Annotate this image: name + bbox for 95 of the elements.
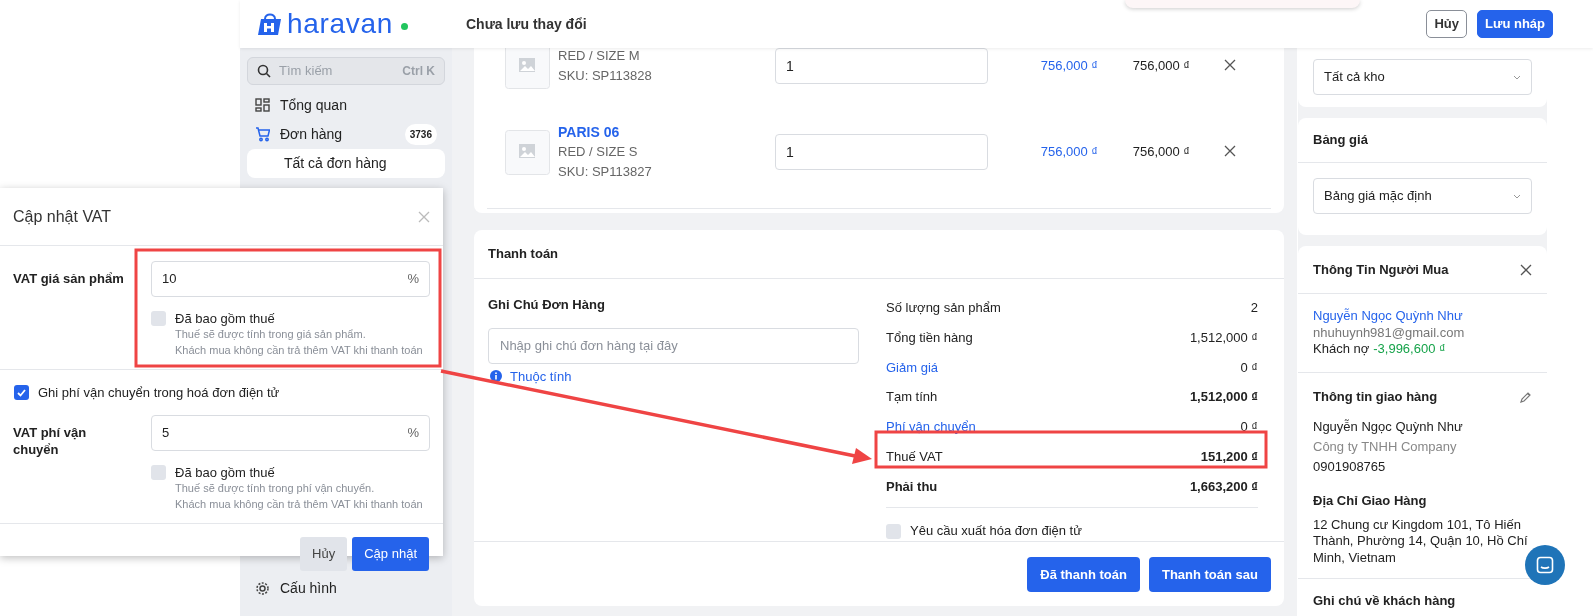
- card-title: Bảng giá: [1298, 118, 1547, 163]
- customer-name-link[interactable]: Nguyễn Ngọc Quỳnh Như: [1313, 308, 1532, 325]
- line-total: 756,000 ₫: [1131, 143, 1190, 162]
- section-title: Ghi chú về khách hàng: [1312, 592, 1457, 610]
- payment-button[interactable]: Đã thanh toán: [1027, 557, 1140, 592]
- summary-value: 2: [1250, 299, 1258, 318]
- chevron-down-icon: [1513, 74, 1521, 80]
- pencil-icon: [1520, 390, 1532, 403]
- keyboard-shortcut: Ctrl K: [402, 63, 435, 80]
- address-text: 12 Chung cư Kingdom 101, Tô Hiến Thành, Phường 14, Quận 10, Hồ Chí Minh, Vietnam: [1313, 516, 1529, 566]
- check-icon: [16, 387, 27, 399]
- percent-field[interactable]: 10 %: [151, 261, 430, 297]
- header-button[interactable]: Lưu nháp: [1477, 10, 1553, 38]
- field-label: VAT phí vận chuyển: [13, 423, 88, 459]
- close-icon: [1224, 145, 1236, 157]
- remove-button[interactable]: [1224, 145, 1238, 159]
- email-text: nhuhuynh981@gmail.com: [1313, 324, 1466, 341]
- checkbox[interactable]: [14, 385, 29, 401]
- checkbox[interactable]: [151, 311, 166, 326]
- sidebar-subitem[interactable]: Tất cả đơn hàng: [247, 149, 445, 178]
- grid-icon: [255, 98, 270, 113]
- payment-button[interactable]: Thanh toán sau: [1148, 557, 1271, 592]
- summary-value: 1,512,000 ₫: [1189, 388, 1258, 407]
- summary-value: 0 ₫: [1240, 358, 1258, 377]
- hint-text: Thuế sẽ được tính trong phí vận chuyển.: [175, 480, 376, 496]
- checkbox-label: Đã bao gồm thuế: [175, 464, 276, 480]
- percent-field[interactable]: 5 %: [151, 414, 430, 451]
- sidebar-item[interactable]: Cấu hình: [247, 574, 345, 603]
- unit-price-link[interactable]: 756,000 ₫: [988, 56, 1098, 76]
- dialog-button[interactable]: Cập nhật: [352, 536, 429, 571]
- checkbox-label: Đã bao gồm thuế: [175, 311, 276, 326]
- cart-icon: [255, 127, 270, 142]
- summary-label: Tổng tiền hàng: [886, 328, 973, 347]
- gear-icon: [255, 581, 270, 596]
- sidebar-item[interactable]: Tổng quan: [247, 91, 445, 120]
- hint-text: Thuế sẽ được tính trong giá sản phẩm.: [175, 327, 367, 342]
- edit-button[interactable]: [1520, 390, 1532, 403]
- summary-link[interactable]: Giảm giá: [886, 357, 939, 378]
- company-text: Công ty TNHH Company: [1313, 437, 1458, 456]
- line-total: 756,000 ₫: [1131, 57, 1190, 76]
- image-placeholder-icon: [505, 129, 550, 175]
- field-label: VAT giá sản phẩm: [13, 270, 125, 288]
- search-icon: [257, 64, 271, 78]
- variant-text: RED / SIZE S: [558, 143, 639, 161]
- summary-label: Tạm tính: [886, 388, 938, 407]
- dropdown[interactable]: Tất cả kho: [1313, 59, 1532, 95]
- chat-button[interactable]: [1525, 545, 1565, 585]
- checkbox-label: Yêu cầu xuất hóa đơn điện tử: [910, 522, 1082, 541]
- section-title: Thông tin giao hàng: [1313, 387, 1438, 406]
- section-title: Địa Chỉ Giao Hàng: [1313, 491, 1428, 510]
- unit-price-link[interactable]: 756,000 ₫: [988, 142, 1098, 162]
- hint-text: Khách mua không cần trả thêm VAT khi thanh toán: [175, 343, 423, 358]
- unsaved-status: Chưa lưu thay đổi: [466, 14, 587, 34]
- debt-amount: -3,996,600 ₫: [1373, 341, 1446, 358]
- close-icon: [1520, 263, 1532, 276]
- sidebar-item[interactable]: Đơn hàng 3736: [247, 120, 445, 149]
- remove-button[interactable]: [1224, 59, 1238, 73]
- section-title: Ghi Chú Đơn Hàng: [488, 296, 606, 314]
- hint-text: Khách mua không cần trả thêm VAT khi thanh toán: [175, 496, 423, 512]
- checkbox-label: Ghi phí vận chuyển trong hoá đơn điện tử: [38, 384, 280, 402]
- info-icon: [490, 370, 502, 383]
- summary-value: 0 ₫: [1240, 418, 1258, 437]
- count-badge: 3736: [404, 124, 437, 145]
- card-title: Thanh toán: [474, 230, 1284, 279]
- close-icon: [1224, 59, 1236, 71]
- summary-label: Thuế VAT: [886, 448, 943, 467]
- card-title: Thông Tin Người Mua: [1313, 260, 1449, 279]
- close-icon: [418, 210, 430, 223]
- quantity-field[interactable]: 1: [775, 48, 988, 84]
- attributes-link[interactable]: Thuộc tính: [510, 366, 572, 386]
- sku-text: SKU: SP113828: [558, 67, 653, 85]
- checkbox[interactable]: [151, 464, 166, 480]
- summary-value: 1,512,000 ₫: [1189, 328, 1258, 347]
- close-button[interactable]: [1520, 263, 1532, 276]
- dialog-button[interactable]: Hủy: [300, 536, 348, 571]
- quantity-field[interactable]: 1: [775, 134, 988, 170]
- summary-value: 1,663,200 ₫: [1189, 477, 1258, 496]
- variant-text: RED / SIZE M: [558, 48, 641, 65]
- dialog-title: Cập nhật VAT: [13, 206, 112, 227]
- chevron-down-icon: [1513, 193, 1521, 199]
- product-name-link[interactable]: PARIS 06: [558, 122, 775, 142]
- summary-label: Số lượng sản phẩm: [886, 299, 1001, 318]
- logo-text: haravan: [287, 10, 394, 38]
- dropdown[interactable]: Bảng giá mặc định: [1313, 178, 1532, 214]
- checkbox[interactable]: [886, 523, 901, 539]
- header-button[interactable]: Hủy: [1426, 10, 1468, 38]
- note-field[interactable]: Nhập ghi chú đơn hàng tại đây: [488, 327, 859, 364]
- phone-text: 0901908765: [1313, 457, 1387, 476]
- summary-value: 151,200 ₫: [1200, 448, 1258, 467]
- recipient-name: Nguyễn Ngọc Quỳnh Như: [1313, 417, 1464, 436]
- debt-label: Khách nợ: [1313, 341, 1370, 358]
- chat-icon: [1536, 556, 1554, 574]
- summary-label: Phải thu: [886, 477, 938, 496]
- summary-link[interactable]: Phí vận chuyển: [886, 417, 976, 437]
- sku-text: SKU: SP113827: [558, 163, 653, 181]
